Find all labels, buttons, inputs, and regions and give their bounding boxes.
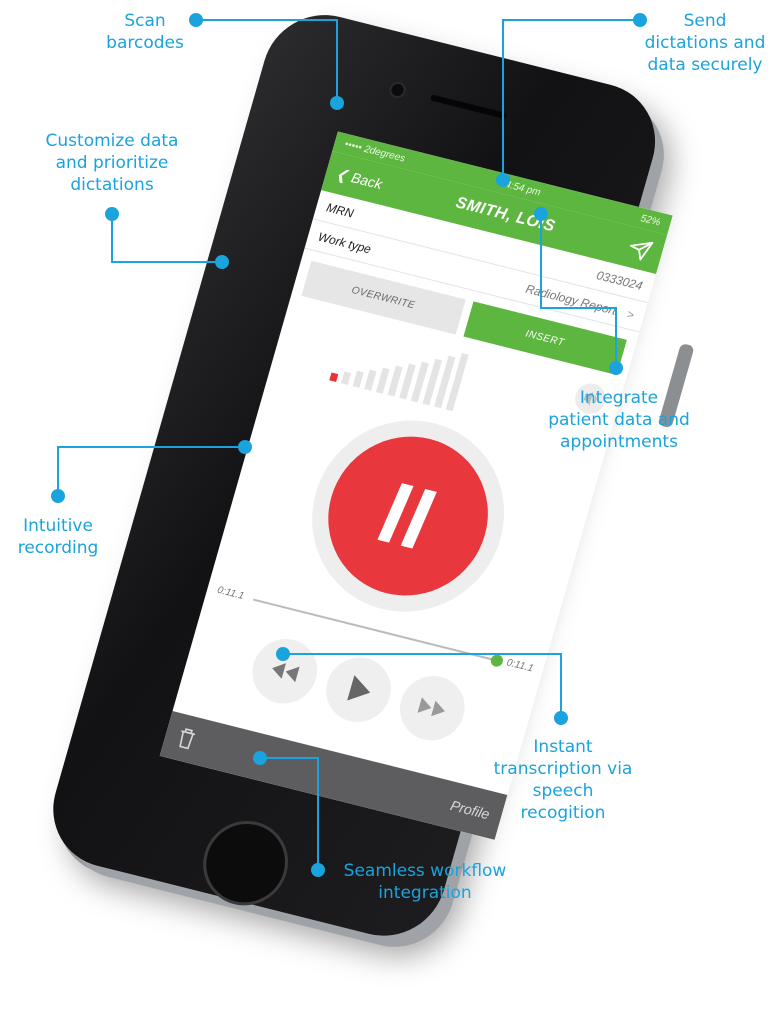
connector-line bbox=[57, 446, 245, 496]
callout-seamless-workflow: Seamless workflow integration bbox=[343, 861, 507, 903]
connector-line bbox=[111, 214, 222, 263]
callout-dot bbox=[189, 13, 203, 27]
callout-send-dictations: Send dictations and data securely bbox=[644, 11, 766, 75]
connector-line bbox=[540, 214, 617, 368]
connector-line bbox=[196, 19, 338, 103]
connector-line bbox=[283, 653, 562, 718]
callout-dot bbox=[330, 96, 344, 110]
callout-integrate-patient-data: Integrate patient data and appointments bbox=[548, 388, 690, 452]
callout-dot bbox=[105, 207, 119, 221]
callout-dot bbox=[276, 647, 290, 661]
callout-instant-transcription: Instant transcription via speech recogit… bbox=[493, 737, 633, 823]
connector-line bbox=[502, 19, 640, 180]
callout-dot bbox=[534, 207, 548, 221]
callout-scan-barcodes: Scan barcodes bbox=[106, 11, 184, 53]
callout-dot bbox=[238, 440, 252, 454]
callout-dot bbox=[51, 489, 65, 503]
callout-dot bbox=[215, 255, 229, 269]
callout-dot bbox=[609, 361, 623, 375]
callout-dot bbox=[253, 751, 267, 765]
callout-customize-data: Customize data and prioritize dictations bbox=[45, 131, 179, 195]
callout-dot bbox=[311, 863, 325, 877]
callout-intuitive-recording: Intuitive recording bbox=[17, 516, 99, 558]
promo-stage: ••••• 2degrees 4:54 pm 52% ❮ Back SMITH,… bbox=[0, 0, 770, 990]
callout-dot bbox=[496, 173, 510, 187]
callout-dot bbox=[554, 711, 568, 725]
connector-line bbox=[260, 757, 319, 870]
